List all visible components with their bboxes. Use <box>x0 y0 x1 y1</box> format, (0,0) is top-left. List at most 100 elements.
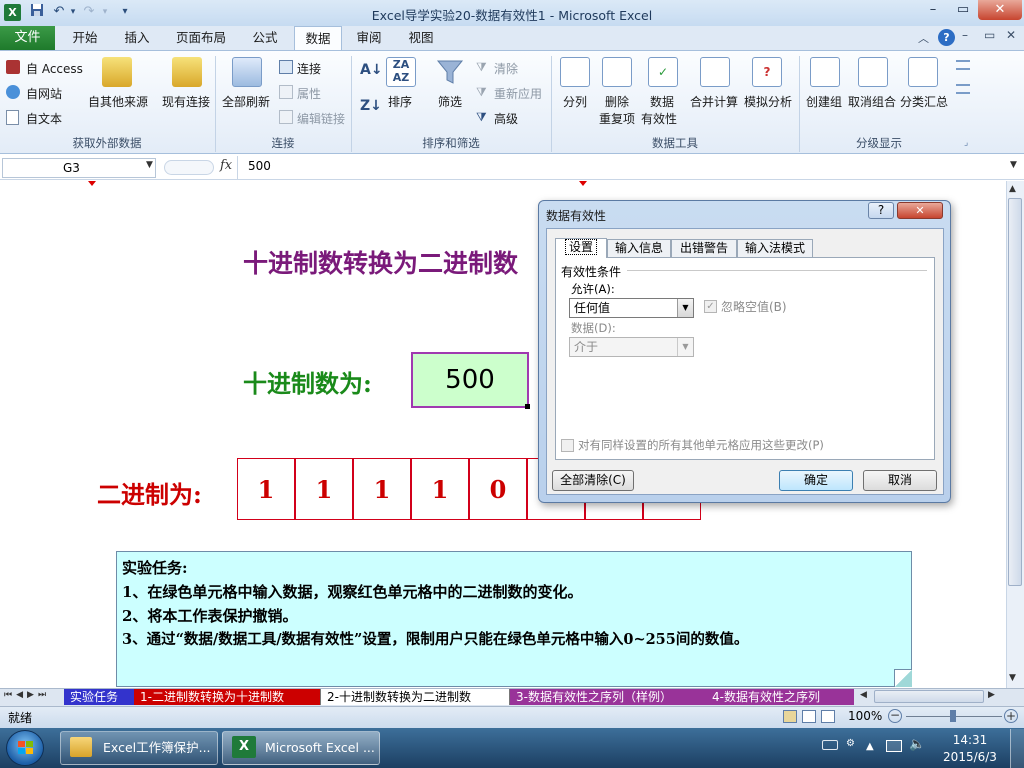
clock-date[interactable]: 2015/6/3 <box>940 750 1000 764</box>
name-box-dropdown-icon[interactable]: ▼ <box>146 160 153 170</box>
remove-duplicates-label-1[interactable]: 删除 <box>605 93 629 110</box>
workbook-close-button[interactable]: ✕ <box>1006 28 1016 42</box>
allow-select[interactable]: 任何值 <box>569 298 694 318</box>
from-text-button[interactable]: 自文本 <box>26 110 62 127</box>
tab-review[interactable]: 审阅 <box>346 26 392 50</box>
tab-settings[interactable]: 设置 <box>555 238 607 258</box>
workbook-restore-button[interactable]: ▭ <box>984 28 995 42</box>
normal-view-icon[interactable] <box>783 710 797 723</box>
hscroll-right-icon[interactable]: ▶ <box>988 690 995 700</box>
hide-detail-icon[interactable] <box>956 84 970 94</box>
vertical-scroll-thumb[interactable] <box>1008 198 1022 586</box>
save-icon[interactable] <box>28 3 46 21</box>
workbook-minimize-button[interactable]: – <box>962 28 968 42</box>
formula-bar-resizer[interactable] <box>164 160 214 175</box>
tab-data[interactable]: 数据 <box>294 26 342 50</box>
maximize-button[interactable]: ▭ <box>948 0 978 20</box>
existing-connections-button[interactable]: 现有连接 <box>162 93 210 110</box>
tab-ime-mode[interactable]: 输入法模式 <box>737 239 813 258</box>
data-validation-label-2[interactable]: 有效性 <box>641 110 677 127</box>
allow-dropdown-icon[interactable]: ▼ <box>677 299 693 317</box>
close-window-button[interactable]: ✕ <box>978 0 1022 20</box>
name-box[interactable]: G3 <box>2 158 156 178</box>
zoom-slider-thumb[interactable] <box>950 710 956 722</box>
data-operator-select[interactable]: 介于 <box>569 337 694 357</box>
tab-page-layout[interactable]: 页面布局 <box>166 26 236 50</box>
volume-icon[interactable]: 🔈 <box>909 737 925 752</box>
insert-function-icon[interactable]: fx <box>220 158 232 173</box>
keyboard-icon[interactable] <box>822 740 838 750</box>
reapply-button[interactable]: 重新应用 <box>494 85 542 102</box>
network-icon[interactable] <box>886 740 902 752</box>
ungroup-button[interactable]: 取消组合 <box>848 93 896 110</box>
show-desktop-button[interactable] <box>1010 729 1024 768</box>
sort-descending-icon[interactable]: Z↓ <box>360 98 382 114</box>
dialog-close-button[interactable]: ✕ <box>897 202 943 219</box>
hscroll-left-icon[interactable]: ◀ <box>860 690 867 700</box>
page-break-view-icon[interactable] <box>821 710 835 723</box>
remove-duplicates-label-2[interactable]: 重复项 <box>599 110 635 127</box>
data-validation-label-1[interactable]: 数据 <box>650 93 674 110</box>
language-icon[interactable]: ⚙ <box>846 738 855 749</box>
customize-quick-access-icon[interactable]: ▾ <box>116 3 134 21</box>
data-operator-dropdown-icon[interactable]: ▼ <box>677 338 693 356</box>
excel-app-icon[interactable]: X <box>4 4 21 21</box>
from-access-button[interactable]: 自 Access <box>26 60 83 77</box>
apply-all-checkbox[interactable] <box>561 439 574 452</box>
advanced-filter-button[interactable]: 高级 <box>494 110 518 127</box>
clear-all-button[interactable]: 全部清除(C) <box>552 470 634 491</box>
properties-button[interactable]: 属性 <box>297 85 321 102</box>
dialog-help-button[interactable]: ? <box>868 202 894 219</box>
sort-button[interactable]: 排序 <box>388 93 412 110</box>
sheet-tab-dec-to-bin[interactable]: 2-十进制数转换为二进制数 <box>320 689 510 705</box>
collapse-ribbon-icon[interactable]: ︿ <box>918 30 929 46</box>
text-to-columns-button[interactable]: 分列 <box>563 93 587 110</box>
ok-button[interactable]: 确定 <box>779 470 853 491</box>
decimal-input-cell[interactable]: 500 <box>411 352 529 408</box>
refresh-all-button[interactable]: 全部刷新 <box>222 93 270 110</box>
tab-home[interactable]: 开始 <box>62 26 108 50</box>
sheet-tab-validation-sample[interactable]: 3-数据有效性之序列（样例） <box>510 689 706 705</box>
minimize-button[interactable]: – <box>918 0 948 20</box>
scroll-down-icon[interactable]: ▼ <box>1009 673 1016 683</box>
sheet-tab-task[interactable]: 实验任务 <box>64 689 134 705</box>
expand-formula-bar-icon[interactable]: ▼ <box>1010 160 1017 170</box>
other-sources-button[interactable]: 自其他来源 <box>88 93 148 110</box>
sort-ascending-icon[interactable]: A↓ <box>360 62 383 78</box>
zoom-in-icon[interactable]: + <box>1004 709 1018 723</box>
horizontal-scroll-thumb[interactable] <box>874 690 984 703</box>
clock-time[interactable]: 14:31 <box>940 733 1000 747</box>
show-detail-icon[interactable] <box>956 60 970 70</box>
zoom-out-icon[interactable]: − <box>888 709 902 723</box>
page-layout-view-icon[interactable] <box>802 710 816 723</box>
clear-filter-button[interactable]: 清除 <box>494 60 518 77</box>
formula-input[interactable]: 500 <box>248 159 271 173</box>
task-note-box[interactable]: 实验任务: 1、在绿色单元格中输入数据，观察红色单元格中的二进制数的变化。 2、… <box>116 551 912 687</box>
tab-view[interactable]: 视图 <box>398 26 444 50</box>
what-if-analysis-button[interactable]: 模拟分析 <box>744 93 792 110</box>
group-button[interactable]: 创建组 <box>806 93 842 110</box>
tab-file[interactable]: 文件 <box>0 26 55 50</box>
scroll-up-icon[interactable]: ▲ <box>1009 184 1016 194</box>
redo-dropdown-icon[interactable]: ▾ <box>96 3 114 21</box>
fill-handle[interactable] <box>525 404 530 409</box>
sheet-tab-validation[interactable]: 4-数据有效性之序列 <box>706 689 854 705</box>
edit-links-button[interactable]: 编辑链接 <box>297 110 345 127</box>
show-hidden-icons[interactable]: ▲ <box>866 741 874 752</box>
connections-button[interactable]: 连接 <box>297 60 321 77</box>
tab-error-alert[interactable]: 出错警告 <box>671 239 737 258</box>
subtotal-button[interactable]: 分类汇总 <box>900 93 948 110</box>
dialog-launcher-icon[interactable]: ⌟ <box>964 138 968 148</box>
consolidate-button[interactable]: 合并计算 <box>690 93 738 110</box>
from-web-button[interactable]: 自网站 <box>26 85 62 102</box>
sheet-tab-bin-to-dec[interactable]: 1-二进制数转换为十进制数 <box>134 689 320 705</box>
cancel-button[interactable]: 取消 <box>863 470 937 491</box>
help-icon[interactable]: ? <box>938 29 955 46</box>
tab-input-message[interactable]: 输入信息 <box>607 239 671 258</box>
filter-button[interactable]: 筛选 <box>438 93 462 110</box>
ignore-blank-checkbox[interactable]: ✓ <box>704 300 717 313</box>
sheet-nav-arrows[interactable]: ⏮◀▶⏭ <box>4 690 50 700</box>
tab-formulas[interactable]: 公式 <box>242 26 288 50</box>
zoom-level[interactable]: 100% <box>848 709 882 723</box>
tab-insert[interactable]: 插入 <box>114 26 160 50</box>
